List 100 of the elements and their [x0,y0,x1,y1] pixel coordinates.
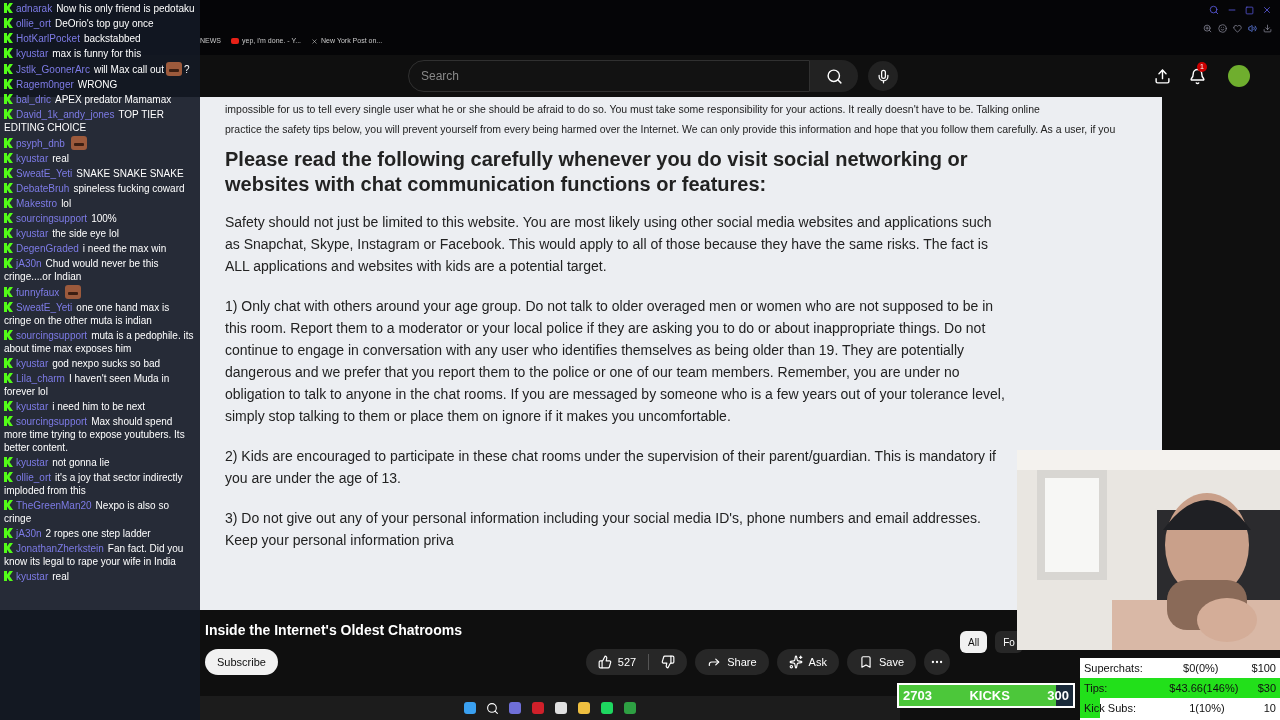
chat-message: kyustar real [4,151,196,166]
document-paragraph: Safety should not just be limited to this website. You are most likely using other social media websites and applications such as Snapchat, Skype, Instagram or Facebook. This would apply to all of those because they have the same risks. The fact is ALL applications and websites with kids are a potential target. [225,213,993,276]
chat-message: HotKarlPocket backstabbed [4,31,196,46]
notifications-icon[interactable] [1189,67,1206,85]
chat-message: SweatE_Yeti SNAKE SNAKE SNAKE [4,166,196,181]
k-badge-icon [4,153,13,163]
goal-value: $43.66(146%) [1168,680,1240,696]
k-badge-icon [4,416,13,426]
chat-message: TheGreenMan20 Nexpo is also so cringe [4,499,170,526]
document-paragraph: 2) Kids are encouraged to participate in these chat rooms under the supervision of their parent/guardian. This is mandatory if you are under the age of 13. [225,447,997,488]
k-badge-icon [4,528,13,538]
k-badge-icon [4,258,13,268]
chat-message: ollie_ort DeOrio's top guy once [4,16,196,31]
k-badge-icon [4,213,13,223]
k-badge-icon [4,3,13,13]
k-badge-icon [4,168,13,178]
k-badge-icon [4,401,13,411]
chat-message: psyph_dnb [4,135,196,151]
chat-message: David_1k_andy_jones TOP TIER EDITING CHOICE [4,108,165,135]
chat-message: jA30n Chud would never be this cringe....or Indian [4,257,160,284]
chat-message: kyustar the side eye lol [4,226,196,241]
goal-value: $0(0%) [1182,660,1220,676]
chat-message: Ragem0nger WRONG [4,77,196,92]
k-badge-icon [4,457,13,467]
document-paragraph: 3) Do not give out any of your personal information including your social media ID's, phone numbers and email addresses. Keep your personal information priva [225,509,982,550]
k-badge-icon [4,183,13,193]
emote-icon [70,136,87,150]
mic-icon [875,68,891,84]
chat-message: kyustar not gonna lie [4,455,196,470]
chat-message: DegenGraded i need the max win [4,241,196,256]
chat-message: Jstlk_GoonerArc will Max call out ? [4,61,196,77]
avatar[interactable] [1228,65,1250,87]
k-badge-icon [4,18,13,28]
search-icon[interactable] [486,701,499,715]
search-button[interactable] [810,60,858,92]
k-badge-icon [4,198,13,208]
goal-label: Superchats: [1084,660,1144,676]
k-badge-icon [4,472,13,482]
zoom-icon[interactable] [1203,23,1212,33]
kicks-label: KICKS [969,686,1010,705]
thumbs-up-icon [597,655,612,669]
heart-icon[interactable] [1233,23,1242,33]
k-badge-icon [4,33,13,43]
chat-message: kyustar i need him to be next [4,399,196,414]
save-button[interactable]: Save [846,649,916,675]
chat-message: kyustar god nexpo sucks so bad [4,356,196,371]
subscribe-button[interactable]: Subscribe [205,649,278,675]
goal-value: 1(10%) [1188,700,1226,716]
chat-message: ollie_ort it's a joy that sector indirectly imploded from this [4,471,184,498]
document-heading: Please read the following carefully whenever you do visit social networking or websites with chat communication functions or features: [225,147,969,197]
k-badge-icon [4,64,13,74]
share-arrow-icon [707,655,722,669]
chat-message: sourcingsupport Max should spend more time trying to expose youtubers. Its better content. [4,415,186,455]
app-icon[interactable] [554,701,568,715]
k-badge-icon [4,109,13,119]
filter-chip[interactable]: All [960,631,988,653]
goal-target: $100 [1251,660,1276,676]
goal-target: $30 [1257,680,1276,696]
kicks-count: 2703 [903,686,932,705]
k-badge-icon [4,358,13,368]
thumbs-down-icon [661,655,676,669]
k-badge-icon [4,500,13,510]
chat-message: bal_dric APEX predator Mamamax [4,92,196,107]
k-badge-icon [4,243,13,253]
x-icon [311,37,319,45]
k-badge-icon [4,287,13,297]
document-paragraph: 1) Only chat with others around your age group. Do not talk to older overaged men or women who are not supposed to be in this room. Report them to a moderator or your local police if they are asking you to do or about inappropriate things. Do not continue to engage in conversation with any user who identifies themselves as being older than 19. They are potentially dangerous and we prefer that you report them to the police or one of our team members. Remember, you are under no obligation to talk to anyone in the chat rooms. If you are messaged by someone who is a few years out of your tolerance level, simply stop talking to them or place them on ignore if it makes you uncomfortable. [225,297,1006,426]
download-icon[interactable] [1263,23,1272,33]
document-line: practice the safety tips below, you will prevent yourself from every being harmed over the Internet. We can only provide this information and hope that you follow them carefully. As a user, if you [225,122,1117,137]
chat-message: sourcingsupport 100% [4,211,196,226]
emote-icon [165,62,182,76]
mic-button[interactable] [868,61,898,91]
k-badge-icon [4,373,13,383]
upload-icon[interactable] [1154,67,1171,85]
emote-icon [65,285,82,299]
search-icon [825,67,843,85]
k-badge-icon [4,571,13,581]
chat-message: Makestro lol [4,196,196,211]
close-icon[interactable] [1262,5,1272,15]
chat-message: adnarak Now his only friend is pedotaku [4,1,196,16]
k-badge-icon [4,330,13,340]
k-badge-icon [4,79,13,89]
share-button[interactable]: Share [695,649,769,675]
k-badge-icon [4,302,13,312]
chat-message: jA30n 2 ropes one step ladder [4,526,196,541]
smile-icon[interactable] [1218,23,1227,33]
speaker-icon[interactable] [1248,23,1257,33]
k-badge-icon [4,94,13,104]
chat-message: DebateBruh spineless fucking coward [4,181,196,196]
document-line: impossible for us to tell every single user what he or she should be afraid to do so. You must take some responsibility for your actions. It really doesn't have to be. Talking online [225,102,1041,117]
k-badge-icon [4,543,13,553]
sparkle-icon [788,655,803,669]
goal-target: 10 [1263,700,1276,716]
k-badge-icon [4,48,13,58]
search-field[interactable]: Search [408,60,810,92]
k-badge-icon [4,138,13,148]
chat-message: funnyfaux [4,284,196,300]
goal-label: Tips: [1084,680,1109,696]
chat-message: kyustar real [4,569,196,584]
ask-button[interactable]: Ask [776,649,839,675]
